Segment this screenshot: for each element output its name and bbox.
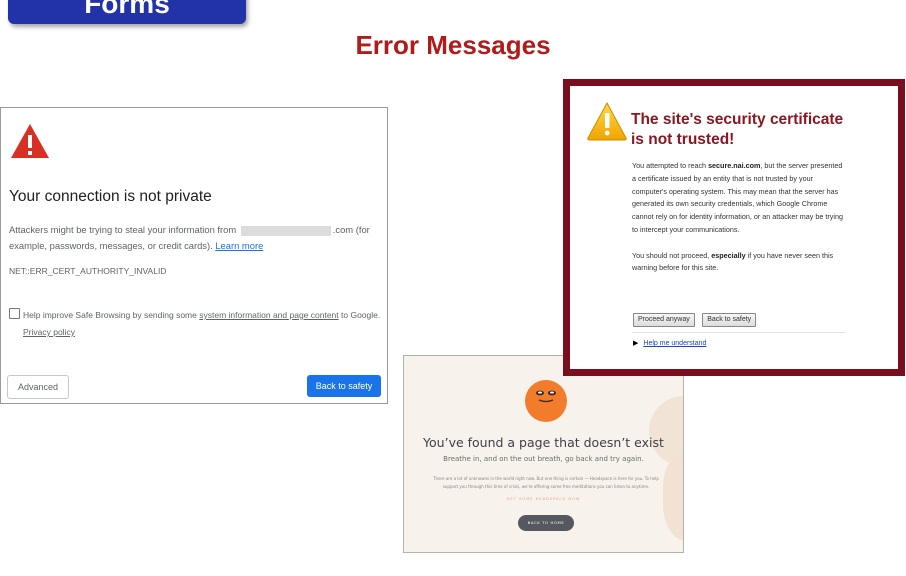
safe-browsing-label: Help improve Safe Browsing by sending so… xyxy=(23,310,381,337)
warning-triangle-icon xyxy=(9,122,51,165)
not-found-subheading: Breathe in, and on the out breath, go ba… xyxy=(443,455,644,463)
redacted-domain xyxy=(240,225,331,236)
back-to-safety-button[interactable]: Back to safety xyxy=(702,313,757,327)
divider xyxy=(632,332,846,333)
certificate-warning-title: The site's security certificate is not t… xyxy=(631,111,844,148)
privacy-error-heading: Your connection is not private xyxy=(9,188,212,205)
privacy-policy-link[interactable]: Privacy policy xyxy=(23,327,75,337)
get-headspace-link[interactable]: GET SOME HEADSPACE NOW xyxy=(404,497,683,501)
system-information-link[interactable]: system information and page content xyxy=(199,310,338,320)
not-found-heading: You’ve found a page that doesn’t exist xyxy=(423,435,664,450)
safe-browsing-checkbox[interactable] xyxy=(9,308,20,319)
triangle-right-icon: ▶ xyxy=(633,340,639,347)
certificate-warning-content: The site's security certificate is not t… xyxy=(570,86,898,369)
privacy-error-body: Attackers might be trying to steal your … xyxy=(9,224,370,251)
advanced-button[interactable]: Advanced xyxy=(7,375,69,399)
certificate-warning-body: You attempted to reach secure.nai.com, b… xyxy=(632,161,843,273)
slide-section-tab: Forms xyxy=(8,0,246,24)
help-me-understand-link[interactable]: ▶ Help me understand xyxy=(633,339,706,347)
certificate-warning-buttons: Proceed anyway Back to safety xyxy=(633,308,759,327)
page-not-found-panel: You’ve found a page that doesn’t exist B… xyxy=(403,355,684,553)
proceed-anyway-button[interactable]: Proceed anyway xyxy=(633,313,695,327)
not-found-small-text: There are a lot of unknowns in the world… xyxy=(433,476,659,489)
back-to-home-button[interactable]: BACK TO HOME xyxy=(518,515,574,531)
learn-more-link[interactable]: Learn more xyxy=(215,240,263,251)
decorative-blob xyxy=(663,451,683,541)
warning-triangle-icon xyxy=(586,101,628,146)
back-to-safety-button[interactable]: Back to safety xyxy=(307,375,381,397)
orange-character-icon xyxy=(524,379,568,427)
chrome-privacy-error-panel: Your connection is not private Attackers… xyxy=(0,107,388,404)
certificate-warning-panel: The site's security certificate is not t… xyxy=(563,79,905,376)
slide-title: Error Messages xyxy=(355,30,551,60)
error-code: NET::ERR_CERT_AUTHORITY_INVALID xyxy=(9,266,167,276)
